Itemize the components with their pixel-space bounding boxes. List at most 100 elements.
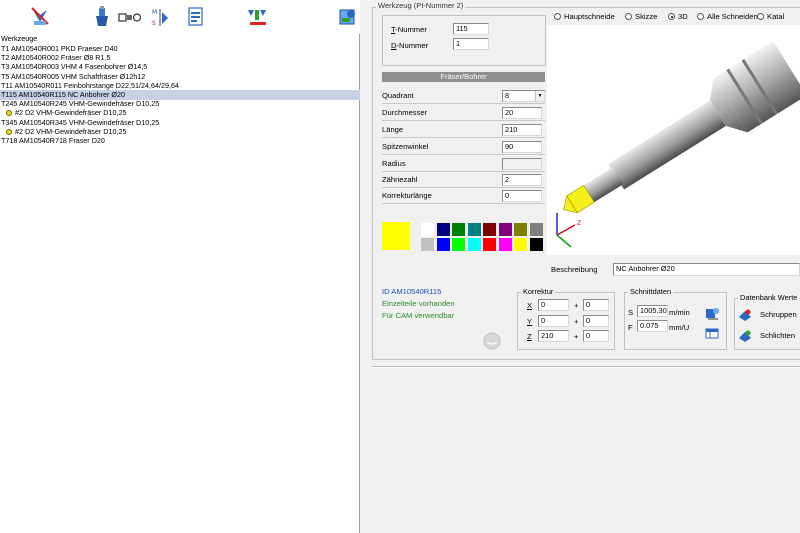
werkzeug-group-title: Werkzeug (PI-Nummer 2): [376, 1, 466, 10]
status-line-1: Einzelteile vorhanden: [382, 299, 455, 308]
fraser-field-input[interactable]: 0: [502, 190, 542, 202]
color-swatch[interactable]: [513, 237, 528, 252]
tool-manage-icon[interactable]: [30, 6, 50, 28]
korrektur-value-input[interactable]: 0: [538, 314, 569, 327]
fraser-field-label: Durchmesser: [382, 108, 428, 117]
s-input[interactable]: 1005.30: [637, 305, 668, 317]
f-input[interactable]: 0.075: [637, 320, 668, 332]
schruppen-label: Schruppen: [760, 310, 797, 319]
f-label: F: [628, 323, 633, 332]
color-swatch[interactable]: [466, 237, 482, 252]
color-swatch[interactable]: [513, 222, 528, 237]
measure-icon[interactable]: M S: [150, 6, 170, 28]
fraser-field-label: Quadrant: [382, 91, 414, 100]
color-swatch[interactable]: [435, 237, 451, 252]
color-swatch[interactable]: [420, 237, 435, 252]
fraser-field-input[interactable]: 2: [502, 174, 542, 186]
korrektur-value-input[interactable]: 210: [538, 330, 569, 342]
field-divider: [382, 154, 545, 155]
svg-text:M: M: [152, 9, 157, 16]
plus-sign: +: [574, 316, 579, 326]
selected-color-swatch[interactable]: [382, 222, 410, 250]
catalog-icon[interactable]: [338, 6, 358, 28]
view-option-label[interactable]: Katal: [767, 12, 784, 21]
tree-item-label: T11 AM10540R011 Feinbohrstange D22,51/24…: [1, 80, 179, 90]
view-option-label[interactable]: Skizze: [635, 12, 657, 21]
korrektur-offset-input[interactable]: 0: [583, 299, 609, 311]
schnittdaten-title: Schnittdaten: [628, 287, 674, 296]
color-swatch[interactable]: [451, 237, 466, 252]
tree-item-label: T245 AM10540R245 VHM-Gewindefräser D10,2…: [1, 99, 160, 109]
cutting-edge-icon: [6, 110, 12, 117]
schlichten-label: Schlichten: [760, 331, 796, 340]
view-option-label[interactable]: Hauptschneide: [564, 12, 615, 21]
fraser-field-label: Zähnezahl: [382, 175, 418, 184]
korrektur-offset-input[interactable]: 0: [583, 314, 609, 327]
view-option-radio[interactable]: [757, 13, 764, 20]
fraser-field-label: Länge: [382, 125, 404, 134]
schnittdaten-calc-icon[interactable]: [705, 306, 720, 321]
view-option-label[interactable]: 3D: [678, 12, 688, 21]
panel-separator-highlight: [372, 367, 800, 368]
tool-3d-view[interactable]: Z: [547, 25, 800, 255]
tree-item-label: T3 AM10540R003 VHM 4 Fasenbohrer Ø14,5: [1, 62, 148, 72]
drill-holder-icon[interactable]: [92, 6, 112, 28]
view-option-label[interactable]: Alle Schneiden: [707, 12, 758, 21]
color-swatch[interactable]: [528, 237, 544, 252]
schlichten-button[interactable]: Schlichten: [738, 329, 800, 343]
view-option-radio[interactable]: [625, 13, 632, 20]
schnittdaten-table-icon[interactable]: [705, 326, 720, 341]
color-swatch[interactable]: [420, 222, 435, 237]
color-swatch[interactable]: [435, 222, 451, 237]
tree-item-label: T1 AM10540R001 PKD Fraeser D40: [1, 44, 118, 53]
fraser-field-label: Spitzenwinkel: [382, 142, 429, 151]
d-number-input[interactable]: 1: [453, 38, 489, 50]
fraser-field-input[interactable]: [502, 158, 542, 170]
tree-item-label: T115 AM10540R115 NC Anbohrer Ø20: [1, 90, 125, 99]
svg-text:S: S: [152, 20, 156, 27]
color-swatch[interactable]: [497, 222, 513, 237]
view-option-radio[interactable]: [668, 13, 675, 20]
korrektur-value-input[interactable]: 0: [538, 299, 569, 311]
tree-header[interactable]: Werkzeuge: [0, 34, 360, 44]
tree-header-label: Werkzeuge: [1, 34, 38, 43]
tool-id-text: ID AM10540R115: [382, 287, 442, 296]
sort-tree-icon[interactable]: [246, 6, 270, 28]
svg-text:Z: Z: [577, 220, 581, 227]
status-line-2: Für CAM verwendbar: [382, 311, 455, 320]
schlichten-icon: [739, 330, 751, 342]
tool-assembly-icon[interactable]: [118, 6, 142, 28]
korrektur-offset-input[interactable]: 0: [583, 330, 609, 342]
t-number-input[interactable]: 115: [453, 23, 489, 35]
fraser-field-label: Korrekturlänge: [382, 191, 432, 200]
color-swatch[interactable]: [451, 222, 466, 237]
color-swatch[interactable]: [466, 222, 482, 237]
s-unit: m/min: [669, 308, 690, 317]
fraser-field-input[interactable]: 210: [502, 124, 542, 136]
tree-item-label: T345 AM10540R345 VHM-Gewindefräser D10,2…: [1, 117, 160, 127]
beschreibung-input[interactable]: NC Anbohrer Ø20: [613, 263, 800, 276]
fraser-field-input[interactable]: 20: [502, 107, 542, 119]
axis-label: X: [527, 301, 533, 310]
field-divider: [382, 120, 545, 121]
color-swatch[interactable]: [497, 237, 513, 252]
tree-item[interactable]: T718 AM10540R718 Fraser D20: [0, 136, 360, 146]
field-divider: [382, 187, 545, 188]
view-option-radio[interactable]: [697, 13, 704, 20]
chevron-down-icon[interactable]: ▼: [535, 91, 544, 101]
t-number-label: T-Nummer: [391, 25, 427, 34]
fraser-field-input[interactable]: 90: [502, 141, 542, 153]
view-option-radio[interactable]: [554, 13, 561, 20]
tree-item-label: #2 D2 VHM-Gewindefräser D10,25: [15, 126, 127, 136]
document-icon[interactable]: [186, 6, 206, 28]
tree-item-label: T5 AM10540R005 VHM Schaftfräser Ø12h12: [1, 71, 146, 81]
field-divider: [382, 103, 545, 104]
color-swatch[interactable]: [482, 222, 497, 237]
color-swatch[interactable]: [528, 222, 544, 237]
schruppen-icon: [739, 309, 751, 321]
korrektur-title: Korrektur: [521, 287, 556, 296]
color-swatch[interactable]: [482, 237, 497, 252]
toolbar: M S: [0, 0, 360, 34]
schruppen-button[interactable]: Schruppen: [738, 308, 800, 322]
plus-sign: +: [574, 332, 579, 341]
